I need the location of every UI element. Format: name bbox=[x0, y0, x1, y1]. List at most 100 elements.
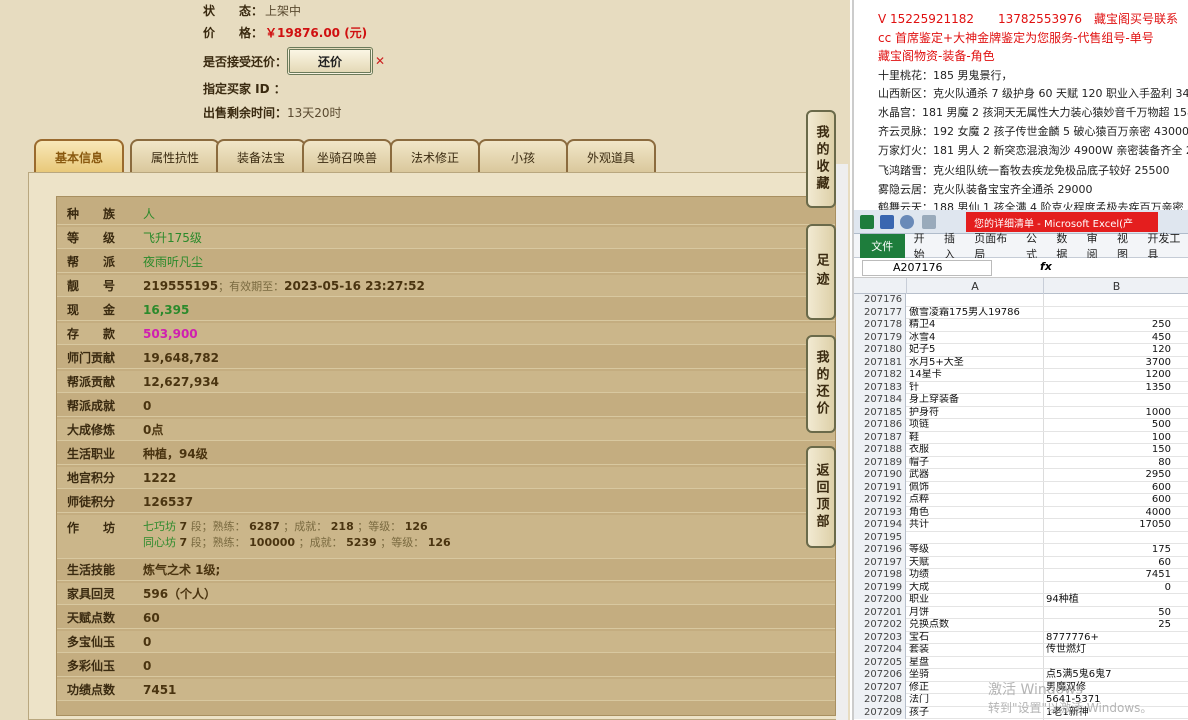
counter-offer-button[interactable]: 还价 bbox=[287, 47, 374, 75]
row-number[interactable]: 207203 bbox=[854, 631, 906, 644]
my-favorites-button[interactable]: 我的收藏 bbox=[806, 110, 836, 208]
row-number[interactable]: 207192 bbox=[854, 494, 906, 507]
row-number[interactable]: 207191 bbox=[854, 481, 906, 494]
row-number[interactable]: 207209 bbox=[854, 706, 906, 719]
cell-a[interactable]: 14星卡 bbox=[907, 369, 1043, 381]
cell-a[interactable]: 角色 bbox=[907, 507, 1043, 519]
row-number[interactable]: 207200 bbox=[854, 594, 906, 607]
row-number[interactable]: 207198 bbox=[854, 569, 906, 582]
row-number[interactable]: 207189 bbox=[854, 456, 906, 469]
cell-b[interactable]: 50 bbox=[1044, 607, 1174, 619]
cell-b[interactable]: 175 bbox=[1044, 544, 1174, 556]
tab-appearance[interactable]: 外观道具 bbox=[566, 139, 656, 173]
cell-b[interactable]: 1000 bbox=[1044, 407, 1174, 419]
cell-b[interactable]: 120 bbox=[1044, 344, 1174, 356]
ribbon-tab[interactable]: 页面布局 bbox=[974, 230, 1017, 262]
cell-b[interactable]: 1350 bbox=[1044, 382, 1174, 394]
cell-b[interactable]: 250 bbox=[1044, 319, 1174, 331]
cell-a[interactable]: 天赋 bbox=[907, 557, 1043, 569]
ribbon-tab[interactable]: 数据 bbox=[1056, 230, 1077, 262]
row-number[interactable]: 207181 bbox=[854, 356, 906, 369]
cell-b[interactable]: 4000 bbox=[1044, 507, 1174, 519]
row-number[interactable]: 207190 bbox=[854, 469, 906, 482]
row-number[interactable]: 207176 bbox=[854, 294, 906, 307]
tab-mounts-pets[interactable]: 坐骑召唤兽 bbox=[302, 139, 392, 173]
cell-b[interactable]: 3700 bbox=[1044, 357, 1174, 369]
row-number[interactable]: 207199 bbox=[854, 581, 906, 594]
cell-b[interactable]: 0 bbox=[1044, 582, 1174, 594]
cell-b[interactable]: 80 bbox=[1044, 457, 1174, 469]
ribbon-tab[interactable]: 插入 bbox=[944, 230, 965, 262]
cell-a[interactable]: 月饼 bbox=[907, 607, 1043, 619]
cell-b[interactable]: 94种植 bbox=[1046, 594, 1176, 606]
cell-a[interactable]: 宝石 bbox=[907, 632, 1043, 644]
row-number[interactable]: 207207 bbox=[854, 681, 906, 694]
cell-a[interactable]: 兑换点数 bbox=[907, 619, 1043, 631]
cell-a[interactable]: 项链 bbox=[907, 419, 1043, 431]
row-number[interactable]: 207184 bbox=[854, 394, 906, 407]
row-number[interactable]: 207183 bbox=[854, 381, 906, 394]
row-number[interactable]: 207201 bbox=[854, 606, 906, 619]
cell-a[interactable]: 水月5+大圣 bbox=[907, 357, 1043, 369]
fx-icon[interactable]: fx bbox=[1040, 260, 1052, 273]
cell-b[interactable]: 2950 bbox=[1044, 469, 1174, 481]
cell-a[interactable]: 职业 bbox=[907, 594, 1043, 606]
cell-b[interactable]: 450 bbox=[1044, 332, 1174, 344]
undo-icon[interactable] bbox=[900, 215, 914, 229]
cell-a[interactable]: 武器 bbox=[907, 469, 1043, 481]
ribbon-tab[interactable]: 公式 bbox=[1026, 230, 1047, 262]
cell-b[interactable]: 500 bbox=[1044, 419, 1174, 431]
cell-b[interactable]: 传世燃灯 bbox=[1046, 644, 1176, 656]
row-number[interactable]: 207185 bbox=[854, 406, 906, 419]
ribbon-tab[interactable]: 开始 bbox=[914, 230, 935, 262]
row-number[interactable]: 207202 bbox=[854, 619, 906, 632]
row-number[interactable]: 207177 bbox=[854, 306, 906, 319]
ribbon-tab[interactable]: 审阅 bbox=[1087, 230, 1108, 262]
cell-a[interactable]: 针 bbox=[907, 382, 1043, 394]
ribbon-tab[interactable]: 视图 bbox=[1117, 230, 1138, 262]
redo-icon[interactable] bbox=[922, 215, 936, 229]
cell-a[interactable]: 套装 bbox=[907, 644, 1043, 656]
cell-b[interactable]: 7451 bbox=[1044, 569, 1174, 581]
cell-a[interactable]: 冰雪4 bbox=[907, 332, 1043, 344]
row-number[interactable]: 207205 bbox=[854, 656, 906, 669]
row-number[interactable]: 207178 bbox=[854, 319, 906, 332]
cell-a[interactable]: 共计 bbox=[907, 519, 1043, 531]
cell-b[interactable]: 100 bbox=[1044, 432, 1174, 444]
row-number[interactable]: 207206 bbox=[854, 669, 906, 682]
row-number[interactable]: 207196 bbox=[854, 544, 906, 557]
cell-a[interactable]: 鞋 bbox=[907, 432, 1043, 444]
row-number[interactable]: 207186 bbox=[854, 419, 906, 432]
tab-basic-info[interactable]: 基本信息 bbox=[34, 139, 124, 173]
cell-a[interactable]: 衣服 bbox=[907, 444, 1043, 456]
column-header-b[interactable]: B bbox=[1044, 278, 1188, 294]
cell-a[interactable]: 护身符 bbox=[907, 407, 1043, 419]
cell-b[interactable]: 8777776+ bbox=[1046, 632, 1176, 644]
column-header-a[interactable]: A bbox=[907, 278, 1044, 294]
row-number[interactable]: 207194 bbox=[854, 519, 906, 532]
footprints-button[interactable]: 足迹 bbox=[806, 224, 836, 320]
row-number[interactable]: 207182 bbox=[854, 369, 906, 382]
spreadsheet-grid[interactable]: 207176 207177 傲雪凌霜175男人19786 207178 精卫4 250 20… bbox=[854, 294, 1188, 720]
cell-a[interactable]: 精卫4 bbox=[907, 319, 1043, 331]
tab-attributes[interactable]: 属性抗性 bbox=[130, 139, 220, 173]
my-offers-button[interactable]: 我的还价 bbox=[806, 335, 836, 433]
cell-a[interactable]: 星盘 bbox=[907, 657, 1043, 669]
row-number[interactable]: 207193 bbox=[854, 506, 906, 519]
tab-children[interactable]: 小孩 bbox=[478, 139, 568, 173]
cell-b[interactable]: 1200 bbox=[1044, 369, 1174, 381]
cell-b[interactable]: 150 bbox=[1044, 444, 1174, 456]
cell-b[interactable]: 600 bbox=[1044, 482, 1174, 494]
cell-a[interactable]: 身上穿装备 bbox=[907, 394, 1043, 406]
cell-a[interactable]: 功绩 bbox=[907, 569, 1043, 581]
cell-a[interactable]: 傲雪凌霜175男人19786 bbox=[907, 307, 1043, 319]
row-number[interactable]: 207197 bbox=[854, 556, 906, 569]
cell-a[interactable]: 佩饰 bbox=[907, 482, 1043, 494]
cell-b[interactable]: 25 bbox=[1044, 619, 1174, 631]
tab-equipment[interactable]: 装备法宝 bbox=[216, 139, 306, 173]
name-box[interactable]: A207176 bbox=[862, 260, 992, 276]
row-number[interactable]: 207208 bbox=[854, 694, 906, 707]
cell-a[interactable]: 等级 bbox=[907, 544, 1043, 556]
tab-spell-correction[interactable]: 法术修正 bbox=[390, 139, 480, 173]
file-tab[interactable]: 文件 bbox=[860, 233, 905, 258]
